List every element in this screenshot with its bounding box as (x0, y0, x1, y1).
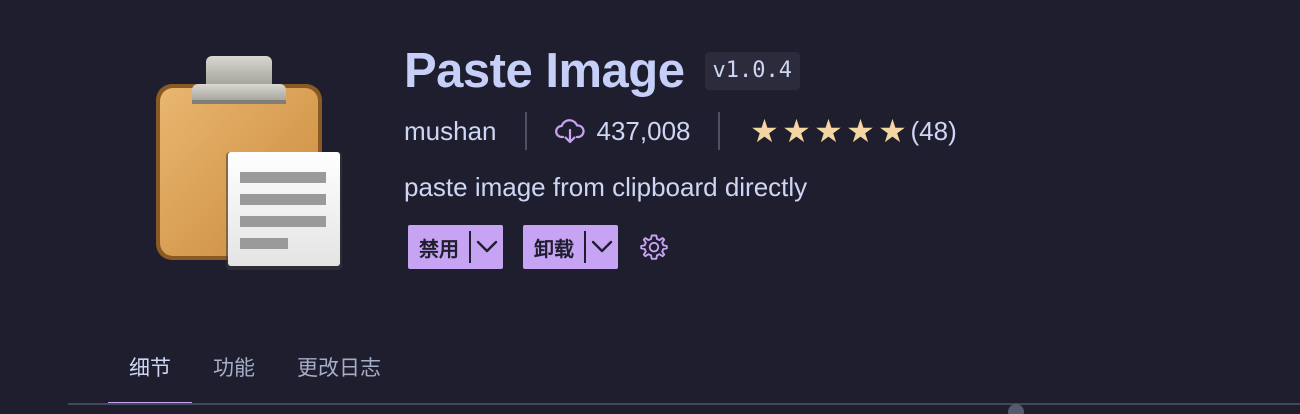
chevron-down-icon (476, 240, 498, 253)
star-icon: ★ (846, 113, 875, 149)
action-bar: 禁用 卸载 (408, 225, 1260, 269)
cloud-download-icon (554, 118, 585, 144)
tab-details[interactable]: 细节 (108, 344, 192, 404)
rating-group[interactable]: ★ ★ ★ ★ ★ (48) (748, 113, 957, 149)
detail-tabs: 细节 功能 更改日志 (108, 344, 402, 404)
gear-icon[interactable] (638, 231, 670, 263)
tabs-divider (68, 403, 1300, 405)
disable-button[interactable]: 禁用 (408, 225, 469, 269)
title-row: Paste Image v1.0.4 (404, 42, 1260, 100)
extension-clipboard-icon (148, 48, 348, 274)
rating-count: (48) (910, 115, 957, 146)
install-count-group: 437,008 (554, 115, 691, 147)
tab-changelog[interactable]: 更改日志 (276, 344, 402, 404)
tab-features[interactable]: 功能 (192, 344, 276, 404)
install-count: 437,008 (596, 115, 691, 146)
star-icon: ★ (814, 113, 843, 149)
disable-dropdown-button[interactable] (471, 225, 503, 269)
extension-title[interactable]: Paste Image (404, 42, 685, 100)
meta-divider (718, 112, 721, 150)
uninstall-dropdown-button[interactable] (586, 225, 618, 269)
extension-detail-page: Paste Image v1.0.4 mushan 437,008 ★ ★ ★ (0, 0, 1300, 414)
meta-divider (524, 112, 527, 150)
disable-split-button: 禁用 (408, 225, 503, 269)
star-icon: ★ (878, 113, 907, 149)
extension-header: Paste Image v1.0.4 mushan 437,008 ★ ★ ★ (404, 42, 1260, 269)
meta-row: mushan 437,008 ★ ★ ★ ★ ★ (48) (404, 112, 1260, 150)
uninstall-button[interactable]: 卸载 (523, 225, 584, 269)
publisher-link[interactable]: mushan (404, 116, 497, 147)
uninstall-split-button: 卸载 (523, 225, 618, 269)
star-icon: ★ (750, 113, 779, 149)
chevron-down-icon (591, 240, 613, 253)
star-icon: ★ (782, 113, 811, 149)
extension-description: paste image from clipboard directly (404, 172, 808, 202)
sash-handle[interactable] (1008, 404, 1024, 414)
version-badge: v1.0.4 (704, 52, 800, 90)
